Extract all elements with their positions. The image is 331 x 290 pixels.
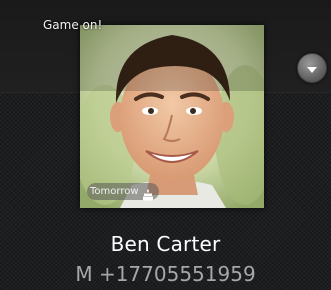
- event-badge: Tomorrow: [87, 183, 159, 200]
- phone-number: +17705551959: [98, 262, 256, 286]
- chevron-down-icon: [306, 59, 318, 78]
- phone-type: M: [75, 262, 93, 286]
- contact-photo[interactable]: [80, 25, 264, 208]
- contact-name: Ben Carter: [110, 232, 221, 256]
- contact-card-screen: Game on! Tomorrow Ben Carter M +17705551…: [0, 0, 331, 290]
- status-message: Game on!: [43, 18, 103, 32]
- expand-button[interactable]: [297, 53, 327, 83]
- phone-number-row[interactable]: M +17705551959: [0, 262, 331, 286]
- birthday-cake-icon: [142, 186, 153, 200]
- event-label: Tomorrow: [90, 186, 139, 197]
- photo-top-shade: [80, 25, 264, 91]
